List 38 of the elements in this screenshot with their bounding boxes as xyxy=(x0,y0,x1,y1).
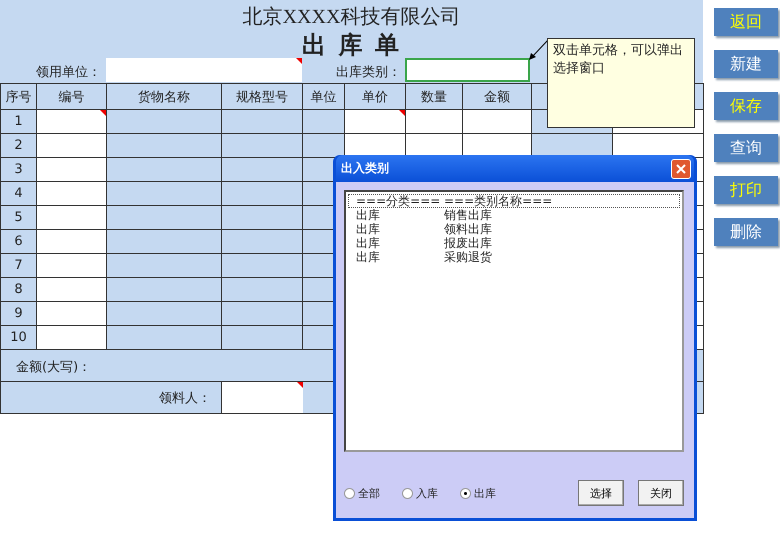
sheet-button[interactable]: 保存 xyxy=(714,92,778,120)
sheet-button[interactable]: 打印 xyxy=(714,176,778,204)
row-number: 5 xyxy=(14,210,23,225)
row-number: 4 xyxy=(14,186,23,201)
row-number: 8 xyxy=(14,282,23,297)
column-header: 货物名称 xyxy=(106,84,222,110)
column-header: 序号 xyxy=(0,84,36,110)
comment-note: 双击单元格，可以弹出选择窗口 xyxy=(547,38,695,128)
dialog-button[interactable]: 选择 xyxy=(578,480,624,506)
amount-label: 金额(大写)： xyxy=(16,359,92,376)
list-item[interactable]: 出库 销售出库 xyxy=(346,208,682,222)
field-label: 领用单位： xyxy=(36,64,101,81)
row-number: 6 xyxy=(14,234,23,249)
row-number: 1 xyxy=(14,114,23,129)
dialog-button[interactable]: 关闭 xyxy=(638,480,684,506)
row-number: 3 xyxy=(14,162,23,177)
list-cell-text: ===分类=== xyxy=(355,194,442,208)
field-label: 出库类别： xyxy=(336,64,401,81)
list-item[interactable]: 出库 采购退货 xyxy=(346,250,682,264)
row-number: 10 xyxy=(10,330,27,345)
list-item[interactable]: 出库 领料出库 xyxy=(346,222,682,236)
receiver-label: 领料人： xyxy=(159,390,211,406)
company-name: 北京XXXX科技有限公司 xyxy=(242,5,462,29)
list-cell-text: ===类别名称=== xyxy=(444,194,554,208)
list-header[interactable]: ===分类=== ===类别名称=== xyxy=(348,194,680,208)
list-item[interactable]: 出库 报废出库 xyxy=(346,236,682,250)
radio-option[interactable]: 入库 xyxy=(402,486,438,500)
sheet-button[interactable]: 新建 xyxy=(714,50,778,78)
dialog-title: 出入类别 xyxy=(341,160,389,177)
form-title: 出 库 单 xyxy=(302,30,401,57)
row-number: 9 xyxy=(14,306,23,321)
radio-option[interactable]: 出库 xyxy=(460,486,496,500)
sheet-button[interactable]: 删除 xyxy=(714,218,778,246)
row-number: 2 xyxy=(14,138,23,153)
sheet-button[interactable]: 查询 xyxy=(714,134,778,162)
row-number: 7 xyxy=(14,258,23,273)
radio-option[interactable]: 全部 xyxy=(344,486,380,500)
sheet-button[interactable]: 返回 xyxy=(714,8,778,36)
